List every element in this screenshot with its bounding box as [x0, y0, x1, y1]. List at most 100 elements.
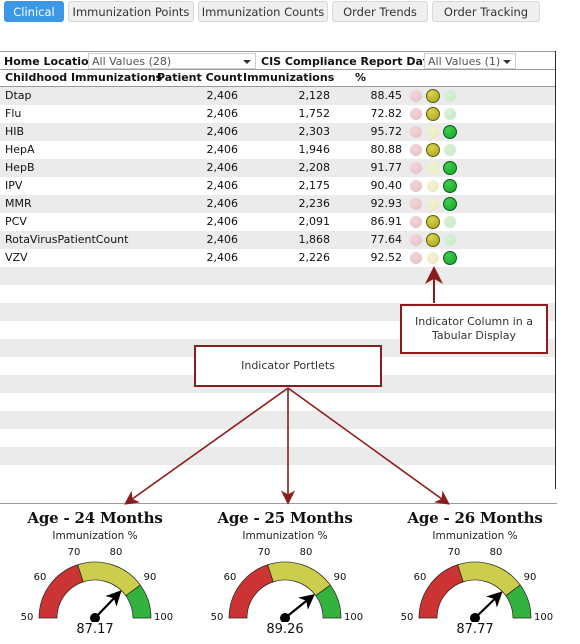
column-header-3[interactable]: % [355, 71, 366, 85]
annotation-callout-0: Indicator Column in a Tabular Display [400, 304, 548, 354]
table-row[interactable]: PCV 2,406 2,091 86.91 [0, 213, 555, 231]
status-dot-red-inactive-icon [410, 180, 422, 192]
table-row-empty [0, 393, 555, 411]
dashboard-screen: Clinical Immunization Points Immunization … [0, 0, 580, 644]
table-row[interactable]: Flu 2,406 1,752 72.82 [0, 105, 555, 123]
chevron-down-icon[interactable] [503, 60, 511, 64]
status-dot-green-active-icon [443, 179, 457, 193]
tab-order-trends[interactable]: Order Trends [332, 1, 428, 22]
table-row-empty [0, 447, 555, 465]
portlet-title: Age - 24 Months [27, 509, 163, 527]
cell-immunizations: 1,946 [298, 143, 331, 156]
cell-patient-count: 2,406 [206, 161, 239, 174]
cell-patient-count: 2,406 [206, 107, 239, 120]
table-body: Dtap 2,406 2,128 88.45 Flu 2,406 1,752 72.82 HIB… [0, 87, 555, 489]
cell-immunizations: 1,752 [298, 107, 331, 120]
annotation-callout-1: Indicator Portlets [194, 345, 382, 387]
cell-immunizations: 2,236 [298, 197, 331, 210]
gauge-tick-label: 60 [413, 572, 427, 584]
status-dot-red-inactive-icon [410, 144, 422, 156]
status-dot-green-inactive-icon [444, 144, 456, 156]
filter-dropdown-0[interactable]: All Values (28) [88, 53, 256, 69]
cell-immunizations: 2,226 [298, 251, 331, 264]
cell-percent: 86.91 [370, 215, 403, 228]
status-dot-red-inactive-icon [410, 216, 422, 228]
cell-immunization-name: PCV [5, 215, 27, 228]
gauge-value-label: 87.17 [76, 622, 114, 637]
gauge-tick-label: 60 [33, 572, 47, 584]
table-row[interactable]: VZV 2,406 2,226 92.52 [0, 249, 555, 267]
gauge-tick-label: 70 [67, 547, 81, 559]
cell-patient-count: 2,406 [206, 89, 239, 102]
column-header-1[interactable]: Patient Count [157, 71, 242, 85]
table-row[interactable]: Dtap 2,406 2,128 88.45 [0, 87, 555, 105]
filter-bar: Home Location All Values (28) CIS Complian… [0, 51, 555, 70]
tab-bar-divider [0, 23, 580, 24]
cell-immunizations: 2,091 [298, 215, 331, 228]
status-dot-yellow-active-icon [426, 107, 440, 121]
table-row[interactable]: HepA 2,406 1,946 80.88 [0, 141, 555, 159]
indicator-portlet-2[interactable]: Age - 26 Months Immunization % 50 60 70 80 90 1… [380, 504, 570, 644]
gauge-tick-label: 70 [257, 547, 271, 559]
cell-immunization-name: VZV [5, 251, 28, 264]
tab-immunization-counts[interactable]: Immunization Counts [198, 1, 328, 22]
filter-label-0: Home Location [4, 55, 97, 68]
cell-immunizations: 2,208 [298, 161, 331, 174]
status-dot-yellow-active-icon [426, 89, 440, 103]
indicator-portlet-0[interactable]: Age - 24 Months Immunization % 50 60 70 80 90 1… [0, 504, 190, 644]
tab-clinical[interactable]: Clinical [4, 1, 64, 22]
cell-immunization-name: HepA [5, 143, 35, 156]
status-dot-red-inactive-icon [410, 108, 422, 120]
column-header-0[interactable]: Childhood Immunizations [5, 71, 162, 85]
cell-percent: 80.88 [370, 143, 403, 156]
status-dot-yellow-inactive-icon [427, 252, 439, 264]
status-dot-red-inactive-icon [410, 198, 422, 210]
gauge-tick-label: 80 [489, 547, 503, 559]
cell-percent: 95.72 [370, 125, 403, 138]
status-dot-yellow-active-icon [426, 233, 440, 247]
cell-patient-count: 2,406 [206, 251, 239, 264]
cell-immunizations: 2,175 [298, 179, 331, 192]
gauge-tick-label: 90 [333, 572, 347, 584]
cell-immunization-name: Dtap [5, 89, 32, 102]
gauge-tick-label: 70 [447, 547, 461, 559]
gauge-tick-label: 80 [109, 547, 123, 559]
right-margin [557, 0, 580, 644]
table-row[interactable]: HepB 2,406 2,208 91.77 [0, 159, 555, 177]
status-dot-yellow-active-icon [426, 215, 440, 229]
cell-immunization-name: HepB [5, 161, 35, 174]
status-dot-green-inactive-icon [444, 108, 456, 120]
chevron-down-icon[interactable] [243, 60, 251, 64]
status-dot-red-inactive-icon [410, 252, 422, 264]
tab-order-tracking[interactable]: Order Tracking [432, 1, 540, 22]
table-right-border [555, 51, 556, 489]
status-dot-green-active-icon [443, 251, 457, 265]
table-header-row: Childhood Immunizations Patient Count Immu… [0, 71, 555, 87]
cell-percent: 92.52 [370, 251, 403, 264]
filter-dropdown-1[interactable]: All Values (1) [424, 53, 516, 69]
cell-patient-count: 2,406 [206, 215, 239, 228]
table-row[interactable]: MMR 2,406 2,236 92.93 [0, 195, 555, 213]
cell-percent: 90.40 [370, 179, 403, 192]
cell-percent: 88.45 [370, 89, 403, 102]
status-dot-yellow-inactive-icon [427, 180, 439, 192]
cell-patient-count: 2,406 [206, 143, 239, 156]
gauge-value-label: 87.77 [456, 622, 494, 637]
status-dot-red-inactive-icon [410, 234, 422, 246]
filter-label-1: CIS Compliance Report Date [261, 55, 436, 68]
table-row[interactable]: IPV 2,406 2,175 90.40 [0, 177, 555, 195]
column-header-2[interactable]: Immunizations [243, 71, 334, 85]
status-dot-red-inactive-icon [410, 162, 422, 174]
tab-immunization-points[interactable]: Immunization Points [68, 1, 194, 22]
status-dot-yellow-inactive-icon [427, 126, 439, 138]
gauge-value-label: 89.26 [266, 622, 304, 637]
cell-immunization-name: IPV [5, 179, 23, 192]
table-row-empty [0, 267, 555, 285]
gauge-tick-label: 90 [143, 572, 157, 584]
indicator-portlet-1[interactable]: Age - 25 Months Immunization % 50 60 70 80 90 1… [190, 504, 380, 644]
cell-percent: 72.82 [370, 107, 403, 120]
table-row[interactable]: HIB 2,406 2,303 95.72 [0, 123, 555, 141]
filter-value-0: All Values (28) [92, 55, 172, 68]
table-row[interactable]: RotaVirusPatientCount 2,406 1,868 77.64 [0, 231, 555, 249]
filter-value-1: All Values (1) [428, 55, 501, 68]
